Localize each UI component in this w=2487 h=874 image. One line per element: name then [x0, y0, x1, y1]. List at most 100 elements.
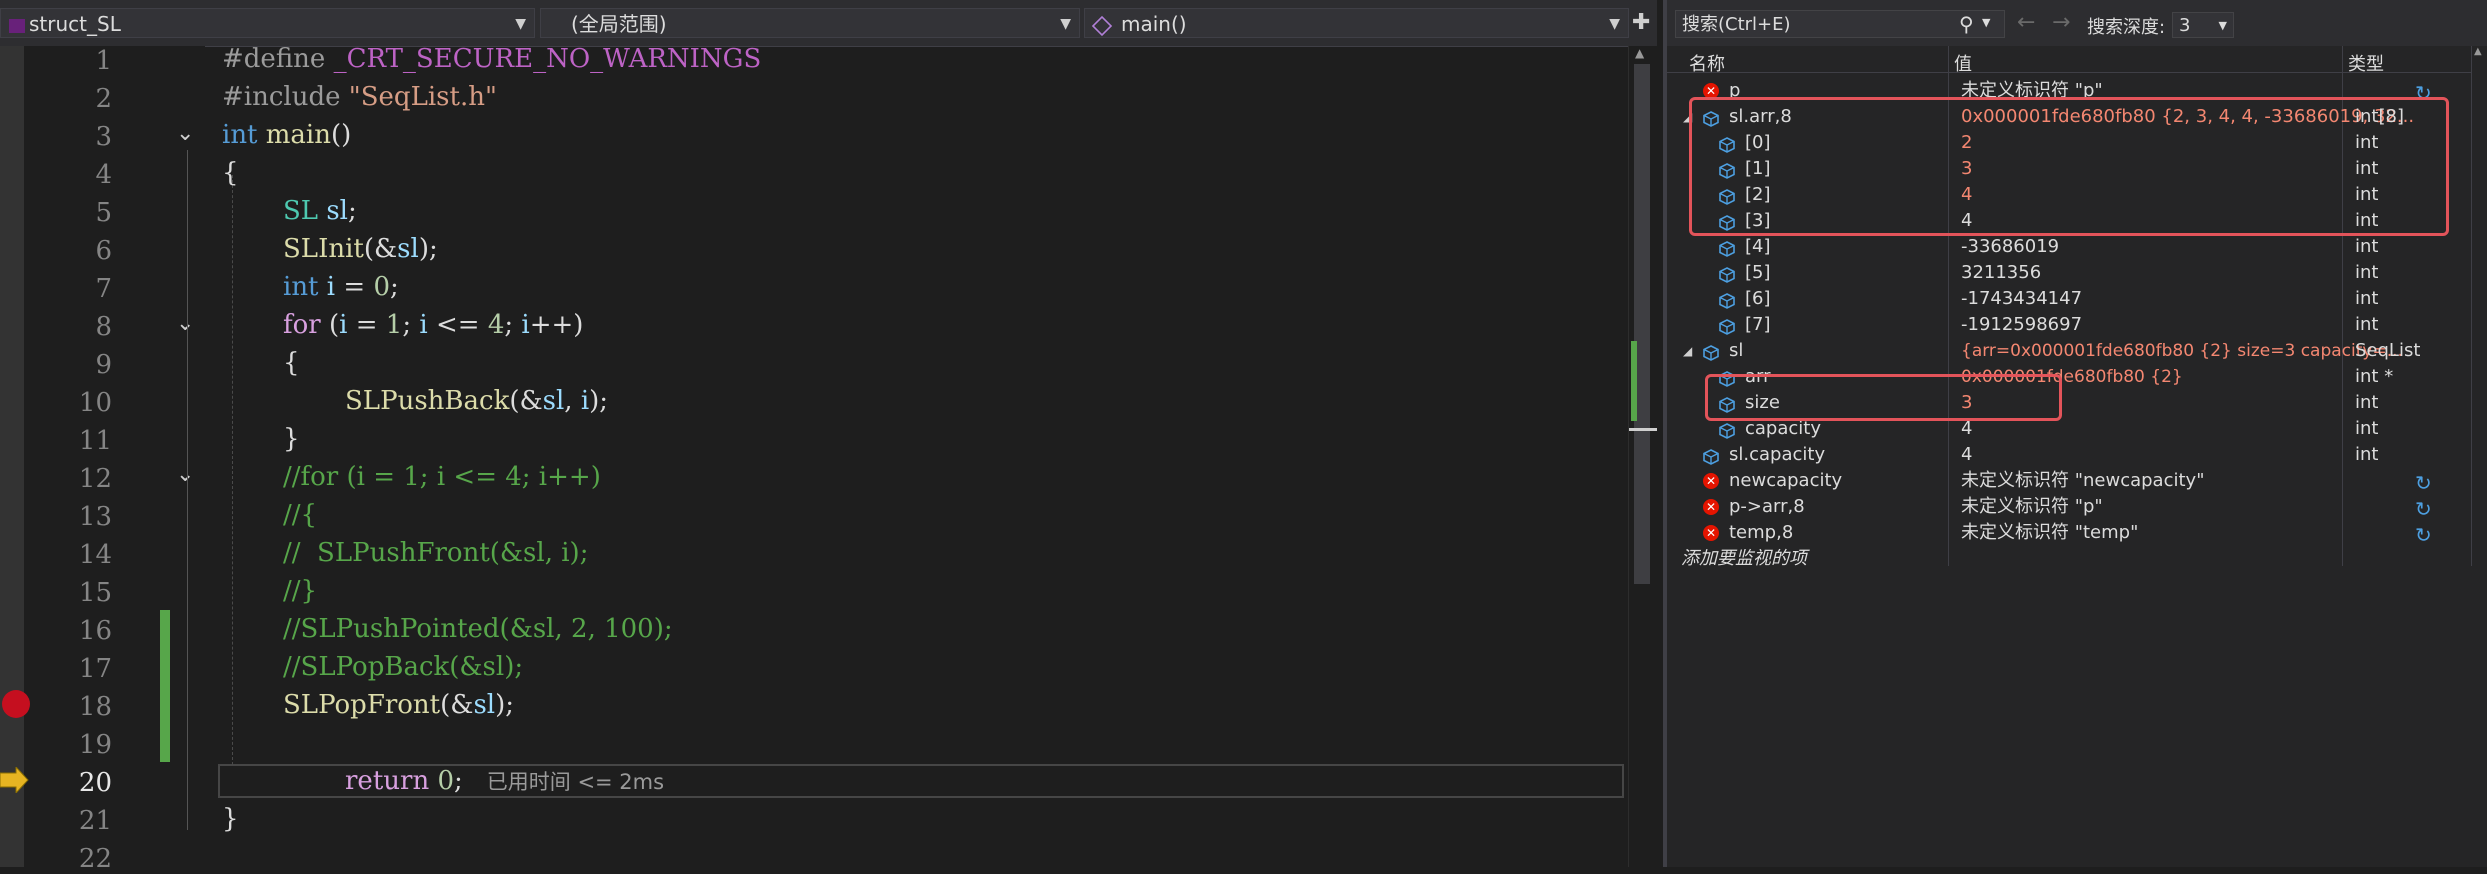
- code-line-21[interactable]: }: [222, 804, 239, 834]
- watch-row-value[interactable]: 3211356: [1961, 260, 2041, 286]
- watch-row-value[interactable]: -1912598697: [1961, 312, 2082, 338]
- line-number: 20: [78, 768, 112, 798]
- watch-row[interactable]: [5] 3211356 int: [1675, 260, 2475, 286]
- function-cube-icon: [1091, 15, 1113, 36]
- current-statement-arrow-icon: [0, 765, 30, 797]
- watch-row[interactable]: [7] -1912598697 int: [1675, 312, 2475, 338]
- scroll-caret-marker: [1629, 428, 1657, 431]
- project-name: struct_SL: [29, 12, 121, 36]
- editor-navigation-bar: struct_SL ▼ (全局范围) ▼ main() ▼ ✚: [0, 0, 1657, 47]
- line-number: 18: [78, 692, 112, 722]
- code-line-20[interactable]: return 0; 已用时间 <= 2ms: [345, 766, 664, 796]
- code-line-12[interactable]: //for (i = 1; i <= 4; i++): [283, 462, 601, 492]
- scope-dropdown[interactable]: (全局范围) ▼: [540, 8, 1080, 38]
- watch-row-name: newcapacity: [1729, 470, 1843, 491]
- code-line-1[interactable]: #define _CRT_SECURE_NO_WARNINGS: [222, 44, 761, 74]
- fold-chevron-icon[interactable]: ⌄: [176, 462, 194, 487]
- watch-row-type: int: [2355, 418, 2379, 439]
- watch-row-name: sl: [1729, 340, 1744, 361]
- watch-row[interactable]: sl.capacity 4 int: [1675, 442, 2475, 468]
- fold-chevron-icon[interactable]: ⌄: [176, 311, 194, 336]
- chevron-down-icon: ▼: [1609, 16, 1620, 32]
- watch-row-name: p->arr,8: [1729, 496, 1805, 517]
- line-number: 2: [95, 84, 112, 114]
- watch-row[interactable]: ✕ p->arr,8 未定义标识符 "p" ↻: [1675, 494, 2475, 522]
- watch-row[interactable]: ✕ newcapacity 未定义标识符 "newcapacity" ↻: [1675, 468, 2475, 496]
- watch-row[interactable]: ◢ sl {arr=0x000001fde680fb80 {2} size=3 ca…: [1675, 338, 2475, 364]
- refresh-icon[interactable]: ↻: [2415, 522, 2432, 548]
- forward-arrow-icon[interactable]: →: [2052, 10, 2070, 35]
- line-number: 21: [78, 806, 112, 836]
- scroll-change-marker: [1631, 341, 1637, 421]
- watch-row-value[interactable]: 未定义标识符 "newcapacity": [1961, 468, 2204, 494]
- line-number: 11: [78, 426, 112, 456]
- header-divider: [1667, 72, 2471, 73]
- code-line-4[interactable]: {: [222, 158, 239, 188]
- watch-row-value[interactable]: -1743434147: [1961, 286, 2082, 312]
- refresh-icon[interactable]: ↻: [2415, 470, 2432, 496]
- scrollbar-thumb[interactable]: [1634, 64, 1650, 584]
- line-number: 6: [95, 236, 112, 266]
- code-line-5[interactable]: SL sl;: [283, 196, 357, 226]
- code-line-11[interactable]: }: [283, 424, 300, 454]
- code-line-6[interactable]: SLInit(&sl);: [283, 234, 438, 264]
- watch-row-name: [5]: [1745, 262, 1771, 283]
- watch-row-type: int: [2355, 444, 2379, 465]
- watch-row-name: temp,8: [1729, 522, 1794, 543]
- watch-row-type: int: [2355, 236, 2379, 257]
- code-line-18[interactable]: SLPopFront(&sl);: [283, 690, 514, 720]
- code-line-8[interactable]: for (i = 1; i <= 4; i++): [283, 310, 583, 340]
- indent-guide: [232, 175, 234, 765]
- watch-row[interactable]: [6] -1743434147 int: [1675, 286, 2475, 312]
- refresh-icon[interactable]: ↻: [2415, 496, 2432, 522]
- indicator-margin[interactable]: [0, 46, 24, 867]
- field-cube-icon: [1719, 421, 1735, 439]
- add-watch-item[interactable]: 添加要监视的项: [1681, 544, 1807, 570]
- expand-triangle-icon[interactable]: ◢: [1683, 338, 1692, 364]
- back-arrow-icon[interactable]: ←: [2017, 10, 2035, 35]
- watch-row-value[interactable]: 4: [1961, 442, 1972, 468]
- editor-vertical-scrollbar[interactable]: ▲: [1628, 46, 1657, 867]
- watch-row[interactable]: ✕ temp,8 未定义标识符 "temp" ↻: [1675, 520, 2475, 548]
- watch-row-name: sl.capacity: [1729, 444, 1826, 465]
- field-cube-icon: [1719, 265, 1735, 283]
- watch-toolbar: 搜索(Ctrl+E) ⚲ ▼ ← → 搜索深度: 3 ▼: [1667, 0, 2487, 46]
- function-dropdown[interactable]: main() ▼: [1084, 8, 1629, 38]
- annotation-highlight-size: [1705, 374, 2062, 421]
- search-depth-dropdown[interactable]: 3 ▼: [2172, 12, 2234, 38]
- code-line-13[interactable]: //{: [283, 500, 317, 530]
- search-icon[interactable]: ⚲: [1959, 12, 1974, 36]
- watch-row-value[interactable]: -33686019: [1961, 234, 2059, 260]
- annotation-highlight-arr: [1689, 97, 2449, 236]
- watch-row-value[interactable]: 未定义标识符 "p": [1961, 494, 2103, 520]
- code-line-16[interactable]: //SLPushPointed(&sl, 2, 100);: [283, 614, 673, 644]
- code-line-7[interactable]: int i = 0;: [283, 272, 399, 302]
- scroll-up-arrow-icon[interactable]: ▲: [1635, 46, 1649, 60]
- project-dropdown[interactable]: struct_SL ▼: [0, 8, 535, 38]
- code-line-9[interactable]: {: [283, 348, 300, 378]
- code-line-14[interactable]: // SLPushFront(&sl, i);: [283, 538, 588, 568]
- watch-row[interactable]: [4] -33686019 int: [1675, 234, 2475, 260]
- watch-row-value[interactable]: {arr=0x000001fde680fb80 {2} size=3 capac…: [1961, 338, 2403, 364]
- breakpoint-icon[interactable]: [2, 690, 30, 718]
- watch-row-name: [7]: [1745, 314, 1771, 335]
- watch-row-type: int: [2355, 288, 2379, 309]
- code-line-15[interactable]: //}: [283, 576, 317, 606]
- perf-tip: 已用时间 <= 2ms: [486, 770, 665, 794]
- watch-search-input[interactable]: 搜索(Ctrl+E): [1675, 10, 2005, 38]
- fold-chevron-icon[interactable]: ⌄: [176, 121, 194, 146]
- line-number: 9: [95, 350, 112, 380]
- chevron-down-icon[interactable]: ▼: [1982, 16, 1990, 29]
- watch-vertical-scrollbar[interactable]: ▲: [2473, 46, 2487, 867]
- line-number: 15: [78, 578, 112, 608]
- code-line-2[interactable]: #include "SeqList.h": [222, 82, 497, 112]
- code-line-3[interactable]: int main(): [222, 120, 351, 150]
- line-number: 17: [78, 654, 112, 684]
- code-line-10[interactable]: SLPushBack(&sl, i);: [345, 386, 608, 416]
- field-cube-icon: [1703, 343, 1719, 361]
- scope-label: (全局范围): [571, 12, 667, 36]
- split-icon[interactable]: ✚: [1632, 10, 1650, 35]
- error-icon: ✕: [1703, 499, 1719, 515]
- code-line-17[interactable]: //SLPopBack(&sl);: [283, 652, 523, 682]
- watch-row-value[interactable]: 未定义标识符 "temp": [1961, 520, 2138, 546]
